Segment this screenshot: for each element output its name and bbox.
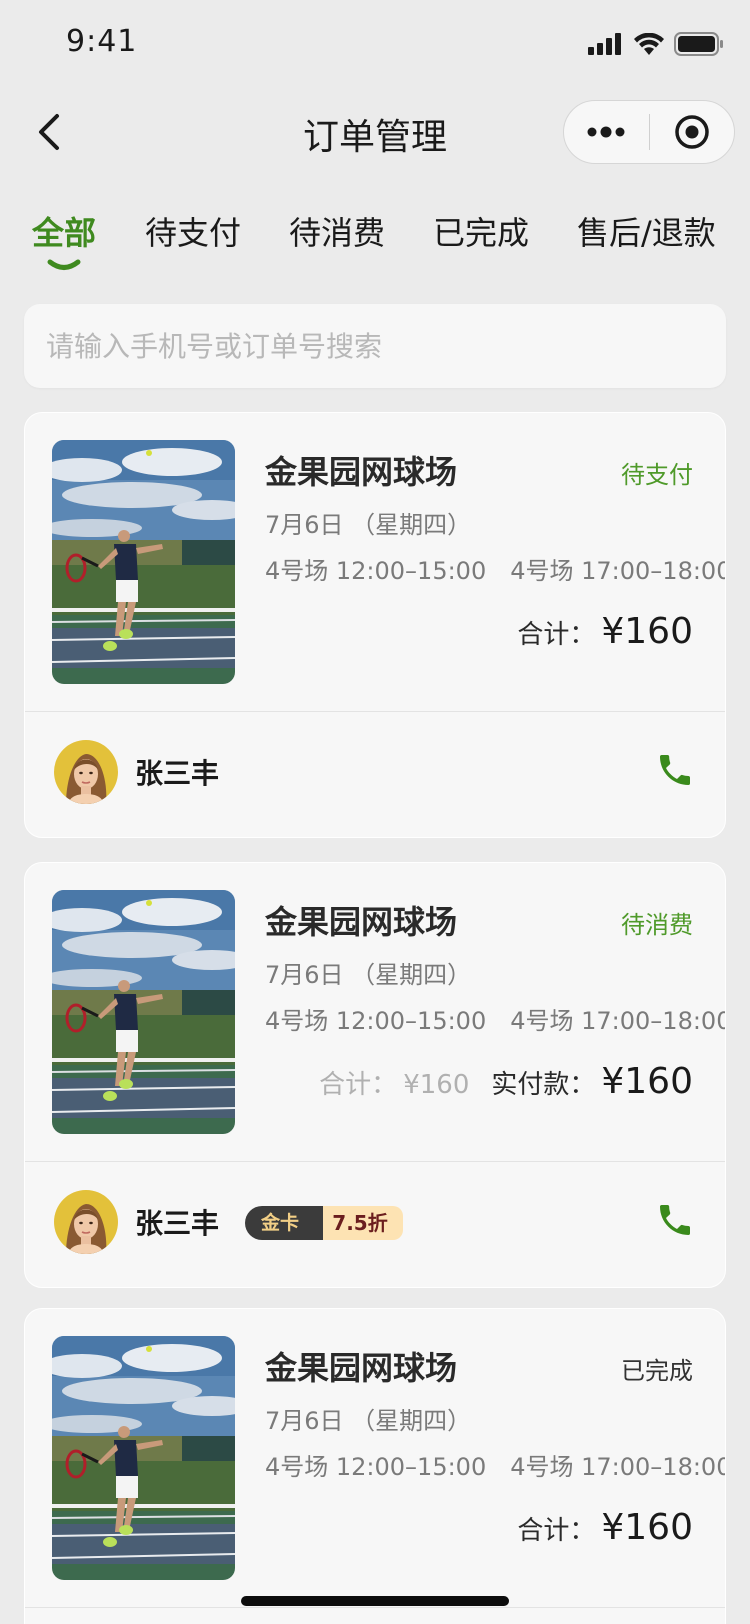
slot: 4号场 12:00–15:00 <box>265 557 487 585</box>
order-status: 已完成 <box>621 1357 693 1385</box>
booking-date: 7月6日 （星期四） <box>265 1407 472 1435</box>
close-button[interactable] <box>650 100 735 164</box>
call-button[interactable] <box>655 1200 695 1240</box>
total-label: 合计： <box>517 620 596 650</box>
tab-pending-payment[interactable]: 待支付 <box>145 208 241 254</box>
paid-value: ¥160 <box>601 1061 693 1102</box>
more-button[interactable] <box>564 100 649 164</box>
total-label: 合计： <box>517 1516 596 1546</box>
search-box <box>24 304 726 388</box>
venue-name: 金果园网球场 <box>265 1349 458 1387</box>
venue-name: 金果园网球场 <box>265 903 458 941</box>
avatar <box>54 1190 118 1254</box>
signal-icon <box>588 33 621 55</box>
order-status: 待消费 <box>621 911 693 939</box>
member-badge: 7.5折 金卡 <box>245 1206 403 1240</box>
slot: 4号场 17:00–18:00 <box>510 1007 726 1035</box>
venue-photo <box>52 890 235 1134</box>
divider <box>25 1607 725 1608</box>
avatar <box>54 740 118 804</box>
order-total: 合计： ¥160 实付款： ¥160 <box>319 1061 693 1102</box>
booking-date: 7月6日 （星期四） <box>265 961 472 989</box>
phone-icon <box>655 1200 695 1240</box>
order-card[interactable]: 金果园网球场 已完成 7月6日 （星期四） 4号场 12:00–15:00 4号… <box>24 1308 726 1624</box>
venue-photo <box>52 440 235 684</box>
booking-slots: 4号场 12:00–15:00 4号场 17:00–18:00 <box>265 1447 726 1482</box>
paid-label: 实付款： <box>491 1070 596 1100</box>
tab-pending-use[interactable]: 待消费 <box>289 208 385 254</box>
customer-name: 张三丰 <box>135 757 220 790</box>
mini-program-capsule <box>563 100 735 164</box>
order-tabs: 全部 待支付 待消费 已完成 售后/退款 <box>0 196 750 276</box>
wifi-icon <box>634 33 664 55</box>
customer-row: 张三丰 <box>25 712 725 832</box>
slot: 4号场 12:00–15:00 <box>265 1007 487 1035</box>
home-indicator <box>241 1596 509 1606</box>
total-value: ¥160 <box>601 611 693 652</box>
member-discount: 7.5折 <box>309 1206 403 1240</box>
nav-bar: 订单管理 <box>0 88 750 176</box>
slot: 4号场 12:00–15:00 <box>265 1453 487 1481</box>
more-dots-icon <box>587 126 625 138</box>
booking-slots: 4号场 12:00–15:00 4号场 17:00–18:00 <box>265 551 726 586</box>
slot: 4号场 17:00–18:00 <box>510 1453 726 1481</box>
venue-photo <box>52 1336 235 1580</box>
order-total: 合计： ¥160 <box>517 611 693 652</box>
customer-name: 张三丰 <box>135 1207 220 1240</box>
booking-date: 7月6日 （星期四） <box>265 511 472 539</box>
total-value: ¥160 <box>403 1070 470 1100</box>
tab-refund[interactable]: 售后/退款 <box>577 208 716 254</box>
total-value: ¥160 <box>601 1507 693 1548</box>
tab-completed[interactable]: 已完成 <box>433 208 529 254</box>
order-status: 待支付 <box>621 461 693 489</box>
booking-slots: 4号场 12:00–15:00 4号场 17:00–18:00 <box>265 1001 726 1036</box>
tab-all[interactable]: 全部 <box>32 208 96 254</box>
customer-row: 张三丰 7.5折 金卡 <box>25 1162 725 1282</box>
status-icons <box>588 30 724 58</box>
battery-icon <box>674 32 723 56</box>
order-total: 合计： ¥160 <box>517 1507 693 1548</box>
search-input[interactable] <box>46 304 706 388</box>
slot: 4号场 17:00–18:00 <box>510 557 726 585</box>
member-card-level: 金卡 <box>245 1206 323 1240</box>
order-card[interactable]: 金果园网球场 待消费 7月6日 （星期四） 4号场 12:00–15:00 4号… <box>24 862 726 1288</box>
order-card[interactable]: 金果园网球场 待支付 7月6日 （星期四） 4号场 12:00–15:00 4号… <box>24 412 726 838</box>
status-bar: 9:41 <box>0 0 750 88</box>
call-button[interactable] <box>655 750 695 790</box>
active-tab-indicator <box>47 259 81 270</box>
total-label: 合计： <box>319 1070 398 1100</box>
target-icon <box>675 115 709 149</box>
venue-name: 金果园网球场 <box>265 453 458 491</box>
status-time: 9:41 <box>66 24 138 59</box>
phone-icon <box>655 750 695 790</box>
